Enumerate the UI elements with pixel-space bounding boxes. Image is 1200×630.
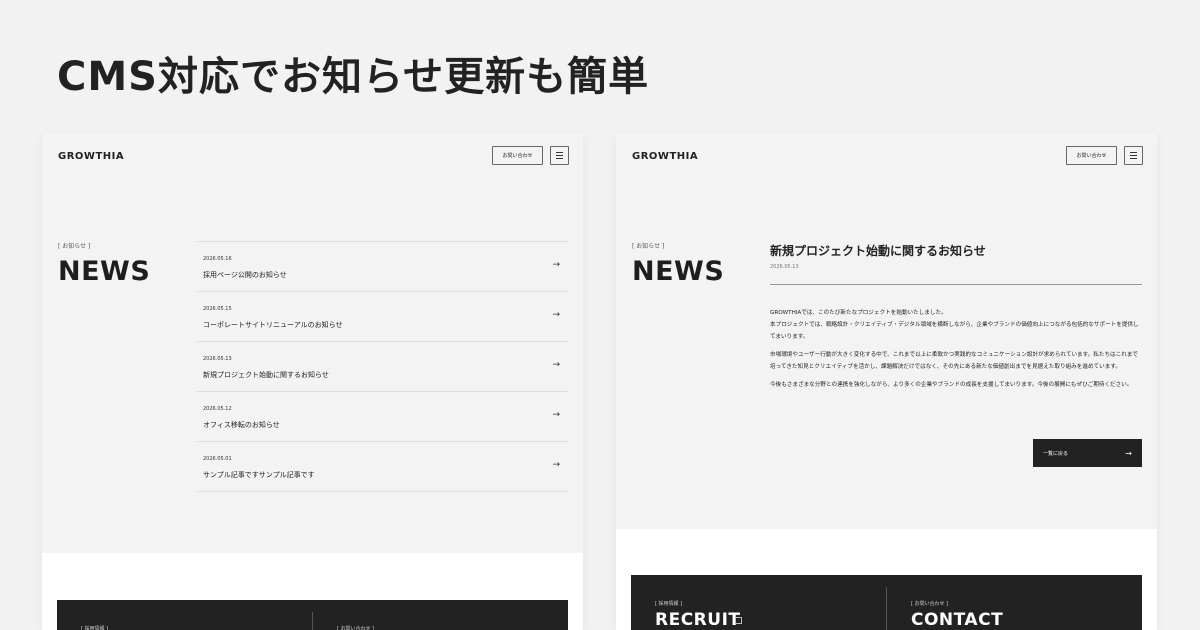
footer-cta-bar: [ 採用情報 ] RECRUIT [ お問い合わせ ] CONTACT xyxy=(631,575,1142,630)
recruit-link[interactable]: RECRUIT xyxy=(655,610,741,630)
news-list-item[interactable]: 2026.05.01 サンプル記事ですサンプル記事です → xyxy=(197,442,568,492)
news-item-title: 新規プロジェクト始動に関するお知らせ xyxy=(203,371,329,379)
article-body: GROWTHIAでは、このたび新たなプロジェクトを始動いたしました。 本プロジェ… xyxy=(770,307,1142,397)
arrow-right-icon: → xyxy=(552,410,560,420)
article-date: 2026.05.13 xyxy=(770,264,799,270)
article-paragraph: 今後もさまざまな分野との連携を強化しながら、より多くの企業やブランドの成長を支援… xyxy=(770,382,1133,388)
news-item-title: オフィス移転のお知らせ xyxy=(203,421,280,429)
news-date: 2026.05.01 xyxy=(203,456,232,462)
news-list-item[interactable]: 2026.05.15 コーポレートサイトリニューアルのお知らせ → xyxy=(197,292,568,342)
menu-icon[interactable] xyxy=(550,146,569,165)
arrow-right-icon: → xyxy=(1125,448,1132,458)
footer-cta-bar: [ 採用情報 ] [ お問い合わせ ] xyxy=(57,600,568,630)
site-logo[interactable]: GROWTHIA xyxy=(632,151,698,162)
article-divider xyxy=(770,284,1142,285)
arrow-right-icon: → xyxy=(552,360,560,370)
arrow-right-icon: → xyxy=(552,260,560,270)
article-title: 新規プロジェクト始動に関するお知らせ xyxy=(770,244,986,258)
news-heading: NEWS xyxy=(632,256,725,287)
menu-icon[interactable] xyxy=(1124,146,1143,165)
news-date: 2026.05.13 xyxy=(203,356,232,362)
header-contact-button[interactable]: お問い合わせ xyxy=(1066,146,1117,165)
article-paragraph: GROWTHIAでは、このたび新たなプロジェクトを始動いたしました。 本プロジェ… xyxy=(770,310,1139,340)
contact-link[interactable]: CONTACT xyxy=(911,610,1003,630)
site-logo[interactable]: GROWTHIA xyxy=(58,151,124,162)
footer-cta-divider xyxy=(886,587,887,630)
news-list-item[interactable]: 2026.05.16 採用ページ公開のお知らせ → xyxy=(197,242,568,292)
back-to-list-button[interactable]: 一覧に戻る → xyxy=(1033,439,1142,467)
contact-eyebrow: [ お問い合わせ ] xyxy=(337,626,375,630)
news-list-screen: GROWTHIA お問い合わせ [ お知らせ ] NEWS 2026.05.16… xyxy=(42,133,583,630)
news-eyebrow: [ お知らせ ] xyxy=(632,243,665,250)
news-item-title: コーポレートサイトリニューアルのお知らせ xyxy=(203,321,343,329)
news-heading: NEWS xyxy=(58,256,151,287)
contact-eyebrow: [ お問い合わせ ] xyxy=(911,601,949,607)
news-item-title: サンプル記事ですサンプル記事です xyxy=(203,471,315,479)
page-headline: CMS対応でお知らせ更新も簡単 xyxy=(57,54,650,100)
recruit-eyebrow: [ 採用情報 ] xyxy=(655,601,683,607)
recruit-eyebrow: [ 採用情報 ] xyxy=(81,626,109,630)
news-date: 2026.05.15 xyxy=(203,306,232,312)
news-eyebrow: [ お知らせ ] xyxy=(58,243,91,250)
back-to-list-label: 一覧に戻る xyxy=(1043,450,1069,457)
footer-cta-divider xyxy=(312,612,313,630)
news-list-item[interactable]: 2026.05.13 新規プロジェクト始動に関するお知らせ → xyxy=(197,342,568,392)
arrow-right-icon: → xyxy=(552,460,560,470)
news-date: 2026.05.12 xyxy=(203,406,232,412)
news-item-title: 採用ページ公開のお知らせ xyxy=(203,271,287,279)
news-detail-screen: GROWTHIA お問い合わせ [ お知らせ ] NEWS 新規プロジェクト始動… xyxy=(616,133,1157,630)
header-contact-button[interactable]: お問い合わせ xyxy=(492,146,543,165)
news-list-item[interactable]: 2026.05.12 オフィス移転のお知らせ → xyxy=(197,392,568,442)
arrow-right-icon: → xyxy=(552,310,560,320)
article-paragraph: 市場環境やユーザー行動が大きく変化する中で、これまで以上に柔軟かつ実践的なコミュ… xyxy=(770,352,1139,370)
news-date: 2026.05.16 xyxy=(203,256,232,262)
external-link-icon xyxy=(735,617,742,624)
news-list: 2026.05.16 採用ページ公開のお知らせ → 2026.05.15 コーポ… xyxy=(197,241,568,492)
